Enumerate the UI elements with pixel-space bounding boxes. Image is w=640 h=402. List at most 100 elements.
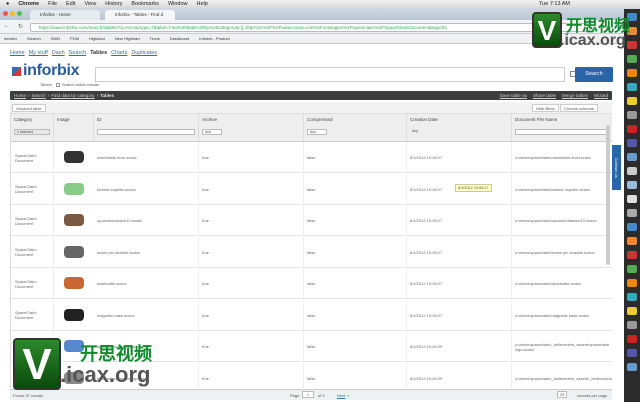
crumb-find-data[interactable]: Find data by category: [51, 93, 94, 98]
column-header-category[interactable]: Category 1 selected: [11, 114, 54, 142]
menu-help[interactable]: Help: [197, 1, 208, 7]
table-row[interactable]: SpaceClaim Document machinists level.scdo…: [11, 142, 612, 173]
column-header-document-file-name[interactable]: Document File Name: [512, 114, 612, 142]
share-table-link[interactable]: Share table: [533, 93, 556, 98]
id-filter[interactable]: [97, 129, 195, 135]
dock-app-icon[interactable]: [627, 223, 637, 231]
dock-app-icon[interactable]: [627, 321, 637, 329]
apple-icon[interactable]: ●: [6, 1, 9, 7]
reload-icon[interactable]: ↻: [18, 23, 23, 30]
inforbix-logo[interactable]: inforbix: [12, 62, 80, 80]
bookmark[interactable]: iSearch: [27, 36, 41, 41]
part-thumbnail[interactable]: [54, 237, 94, 268]
tab-tables[interactable]: Inforbix - Tables - Find d: [105, 10, 175, 20]
dock-app-icon[interactable]: [627, 265, 637, 273]
checkbox-icon[interactable]: [56, 82, 60, 87]
dock-app-icon[interactable]: [627, 349, 637, 357]
bookmark[interactable]: Inforbix - Product: [199, 36, 229, 41]
dock-app-icon[interactable]: [627, 55, 637, 63]
menu-window[interactable]: Window: [168, 1, 188, 7]
column-header-compressed[interactable]: Compressed Any: [304, 114, 407, 142]
menu-edit[interactable]: Edit: [66, 1, 75, 7]
tab-home[interactable]: Inforbix - Home: [30, 10, 100, 20]
column-header-id[interactable]: ID: [94, 114, 199, 142]
part-thumbnail[interactable]: [54, 142, 94, 173]
column-header-archive[interactable]: Archive Any: [199, 114, 304, 142]
dock-app-icon[interactable]: [627, 181, 637, 189]
dock-app-icon[interactable]: [627, 41, 637, 49]
dock-app-icon[interactable]: [627, 97, 637, 105]
dock-app-icon[interactable]: [627, 125, 637, 133]
nav-my-stuff[interactable]: My stuff: [29, 50, 48, 56]
table-row[interactable]: SpaceClaim Document winebottle.scdoc true f…: [11, 268, 612, 299]
bookmark[interactable]: Dashboard: [170, 36, 190, 41]
dock-app-icon[interactable]: [627, 307, 637, 315]
crumb-home[interactable]: Home: [14, 93, 26, 98]
merge-tables-link[interactable]: Merge tables: [562, 93, 588, 98]
url-input[interactable]: https://www.inforbix.com/search/stables?…: [30, 23, 590, 32]
dock-app-icon[interactable]: [627, 153, 637, 161]
part-thumbnail[interactable]: [54, 174, 94, 205]
bookmark[interactable]: Highload: [89, 36, 105, 41]
nav-duplicates[interactable]: Duplicates: [131, 50, 157, 56]
menu-file[interactable]: File: [48, 1, 57, 7]
dock-app-icon[interactable]: [627, 279, 637, 287]
save-table-as-link[interactable]: Save table as: [500, 93, 527, 98]
menu-view[interactable]: View: [84, 1, 96, 7]
dock-app-icon[interactable]: [627, 209, 637, 217]
dock-app-icon[interactable]: [627, 111, 637, 119]
menu-bookmarks[interactable]: Bookmarks: [131, 1, 159, 7]
menu-chrome[interactable]: Chrome: [18, 1, 39, 7]
part-thumbnail[interactable]: [54, 300, 94, 331]
nav-home[interactable]: Home: [10, 50, 25, 56]
dock-app-icon[interactable]: [627, 167, 637, 175]
per-page-select[interactable]: 25: [557, 391, 568, 398]
last-page-link[interactable]: »: [347, 393, 349, 398]
close-window-icon[interactable]: [3, 11, 8, 16]
category-filter[interactable]: 1 selected: [14, 129, 50, 135]
back-icon[interactable]: ←: [4, 23, 10, 29]
search-input[interactable]: [95, 67, 565, 82]
dock-app-icon[interactable]: [627, 363, 637, 371]
bookmark[interactable]: New Highload: [115, 36, 140, 41]
dock-app-icon[interactable]: [627, 237, 637, 245]
page-input[interactable]: 1: [302, 391, 314, 398]
table-row[interactable]: SpaceClaim Document turbine impeller.scdo…: [11, 173, 612, 205]
part-thumbnail[interactable]: [54, 268, 94, 299]
next-page-link[interactable]: Next: [337, 393, 345, 398]
part-thumbnail[interactable]: [54, 205, 94, 236]
table-row[interactable]: SpaceClaim Document magnetic base.scdoc tr…: [11, 299, 612, 331]
date-filter[interactable]: Any: [410, 129, 430, 135]
zoom-window-icon[interactable]: [17, 11, 22, 16]
dock-app-icon[interactable]: [627, 83, 637, 91]
choose-columns-button[interactable]: Choose columns: [560, 104, 598, 112]
bookmark[interactable]: Inforbix: [4, 36, 17, 41]
minimize-window-icon[interactable]: [10, 11, 15, 16]
table-name[interactable]: Unsaved table: [12, 104, 46, 112]
search-within-checkbox[interactable]: Search within results: [56, 82, 99, 87]
nav-search[interactable]: Search: [69, 50, 86, 56]
menu-history[interactable]: History: [105, 1, 122, 7]
dock-app-icon[interactable]: [627, 293, 637, 301]
table-row[interactable]: SpaceClaim Document screw pin shackle.scd…: [11, 236, 612, 268]
bookmark[interactable]: Trunk: [150, 36, 160, 41]
dock-app-icon[interactable]: [627, 195, 637, 203]
wizard-link[interactable]: Wizard: [594, 93, 608, 98]
hide-filters-button[interactable]: Hide filters: [532, 104, 559, 112]
dock-app-icon[interactable]: [627, 69, 637, 77]
nav-tables[interactable]: Tables: [90, 50, 107, 56]
table-row[interactable]: SpaceClaim Document opusmechanism10.scdoc…: [11, 205, 612, 236]
dock-app-icon[interactable]: [627, 251, 637, 259]
column-header-creation-date[interactable]: Creation Date Any: [407, 114, 512, 142]
archive-filter[interactable]: Any: [202, 129, 222, 135]
bookmark[interactable]: PDM: [70, 36, 79, 41]
bookmark[interactable]: SWN: [51, 36, 60, 41]
nav-dash[interactable]: Dash: [52, 50, 65, 56]
column-header-image[interactable]: Image: [54, 114, 94, 142]
dock-app-icon[interactable]: [627, 335, 637, 343]
dock-app-icon[interactable]: [627, 139, 637, 147]
contact-us-tab[interactable]: Contact Us: [612, 145, 621, 190]
nav-charts[interactable]: Charts: [111, 50, 127, 56]
search-button[interactable]: Search: [575, 67, 613, 82]
crumb-search[interactable]: Search: [32, 93, 46, 98]
